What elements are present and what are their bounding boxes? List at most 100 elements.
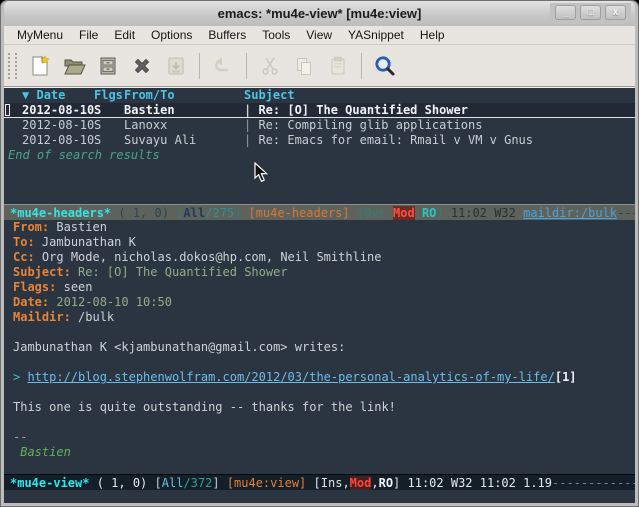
end-of-search-results-text: End of search results (4, 148, 635, 163)
modeline-filter: All (183, 206, 205, 220)
row-subject: | Re: Compiling glib applications (244, 118, 635, 133)
modeline-ovr-flag: Ovr (364, 206, 386, 220)
modeline-readonly-flag: RO (422, 206, 436, 220)
message-row[interactable]: 2012-08-10 S Lanoxx | Re: Compiling glib… (4, 118, 635, 133)
menu-edit[interactable]: Edit (107, 27, 142, 43)
column-header-subject[interactable]: Subject (244, 88, 635, 103)
modeline-message-count: 275 (212, 206, 234, 220)
left-fringe (4, 133, 14, 148)
menu-tools[interactable]: Tools (255, 27, 297, 43)
row-date: 2012-08-10 (14, 118, 94, 133)
mu4e-view-modeline: *mu4e-view* ( 1, 0) [All/372] [mu4e:view… (4, 474, 635, 490)
save-icon[interactable] (161, 51, 191, 81)
column-header-date[interactable]: ▼ Date (14, 88, 94, 103)
field-to: To: Jambunathan K (4, 235, 635, 250)
window-title: emacs: *mu4e-view* [mu4e:view] (218, 6, 422, 21)
editor-area: ▼ Date Flgs From/To Subject 2012-08-10 S… (4, 87, 635, 503)
blank-line (4, 355, 635, 370)
field-cc: Cc: Org Mode, nicholas.dokos@hp.com, Nei… (4, 250, 635, 265)
tool-bar (4, 45, 635, 87)
close-buffer-x-icon[interactable] (127, 51, 157, 81)
maximize-button[interactable]: □ (580, 5, 601, 20)
field-date: Date: 2012-08-10 10:50 (4, 295, 635, 310)
menu-options[interactable]: Options (144, 27, 199, 43)
quote-marker: > (13, 370, 27, 384)
link-reference-number: [1] (555, 370, 577, 384)
column-header-flags[interactable]: Flgs (94, 88, 124, 103)
row-flags: S (94, 133, 124, 148)
cut-scissors-icon[interactable] (255, 51, 285, 81)
modeline-modified-flag: Mod (350, 476, 372, 490)
close-button[interactable]: x (605, 5, 626, 20)
emacs-window: emacs: *mu4e-view* [mu4e:view] _ □ x MyM… (0, 0, 639, 507)
menu-bar: MyMenu File Edit Options Buffers Tools V… (4, 26, 635, 45)
menu-mymenu[interactable]: MyMenu (10, 27, 70, 43)
signature-separator: -- (4, 430, 635, 445)
field-from: From: Bastien (4, 220, 635, 235)
menu-help[interactable]: Help (413, 27, 452, 43)
blank-line (4, 385, 635, 400)
row-subject: | Re: Emacs for email: Rmail v VM v Gnus (244, 133, 635, 148)
headers-column-row: ▼ Date Flgs From/To Subject (4, 88, 635, 103)
field-subject: Subject: Re: [O] The Quantified Shower (4, 265, 635, 280)
message-row-selected[interactable]: 2012-08-10 S Bastien | Re: [O] The Quant… (4, 103, 635, 118)
body-text-line: This one is quite outstanding -- thanks … (4, 400, 635, 415)
toolbar-separator (361, 53, 362, 79)
row-date: 2012-08-10 (14, 103, 94, 117)
row-from: Bastien (124, 103, 244, 117)
menu-buffers[interactable]: Buffers (201, 27, 253, 43)
mu4e-headers-window: ▼ Date Flgs From/To Subject 2012-08-10 S… (4, 88, 635, 220)
search-magnifier-icon[interactable] (370, 51, 400, 81)
maildir-link[interactable]: maildir:/bulk (523, 206, 617, 220)
modeline-buffer-name: *mu4e-headers* (10, 206, 111, 220)
mouse-pointer-icon (254, 162, 268, 183)
modeline-position: ( 1, 0) (89, 476, 154, 490)
body-url-link[interactable]: http://blog.stephenwolfram.com/2012/03/t… (27, 370, 554, 384)
menu-yasnippet[interactable]: YASnippet (341, 27, 411, 43)
left-fringe (4, 103, 14, 117)
column-header-from[interactable]: From/To (124, 88, 244, 103)
message-row[interactable]: 2012-08-10 S Suvayu Ali | Re: Emacs for … (4, 133, 635, 148)
fringe-cursor-icon (5, 104, 10, 116)
signature-text: Bastien (4, 445, 635, 460)
modeline-time-info: 11:02 W32 (451, 206, 523, 220)
modeline-message-count: 372 (191, 476, 213, 490)
mu4e-headers-modeline: *mu4e-headers* ( 1, 0) [All/275] [mu4e-h… (4, 204, 635, 220)
modeline-position: ( 1, 0) (111, 206, 176, 220)
sort-direction-icon: ▼ (22, 88, 29, 102)
mu4e-view-window: From: Bastien To: Jambunathan K Cc: Org … (4, 220, 635, 490)
undo-icon[interactable] (208, 51, 238, 81)
minimize-button[interactable]: _ (555, 5, 576, 20)
directory-cabinet-icon[interactable] (93, 51, 123, 81)
headers-empty-space (4, 163, 635, 204)
row-subject: | Re: [O] The Quantified Shower (244, 103, 635, 117)
field-maildir: Maildir: /bulk (4, 310, 635, 325)
title-bar[interactable]: emacs: *mu4e-view* [mu4e:view] _ □ x (4, 1, 635, 26)
left-fringe (4, 118, 14, 133)
toolbar-separator (199, 53, 200, 79)
modeline-time-info: 11:02 W32 11:02 1.19 (408, 476, 553, 490)
new-file-icon[interactable] (25, 51, 55, 81)
menu-view[interactable]: View (299, 27, 339, 43)
modeline-readonly-flag: RO (379, 476, 393, 490)
modeline-major-mode: [mu4e-headers] (248, 206, 349, 220)
paste-clipboard-icon[interactable] (323, 51, 353, 81)
modeline-buffer-name: *mu4e-view* (10, 476, 89, 490)
modeline-modified-flag: Mod (393, 206, 415, 220)
row-from: Suvayu Ali (124, 133, 244, 148)
menu-file[interactable]: File (72, 27, 105, 43)
modeline-major-mode: [mu4e:view] (227, 476, 306, 490)
copy-icon[interactable] (289, 51, 319, 81)
modeline-ins-flag: Ins (321, 476, 343, 490)
row-flags: S (94, 103, 124, 117)
toolbar-drag-handle[interactable] (8, 53, 17, 79)
modeline-filter: All (162, 476, 184, 490)
toolbar-separator (246, 53, 247, 79)
window-controls: _ □ x (550, 3, 631, 24)
row-flags: S (94, 118, 124, 133)
blank-line (4, 415, 635, 430)
row-from: Lanoxx (124, 118, 244, 133)
blank-line (4, 325, 635, 340)
minibuffer-echo-area[interactable] (4, 490, 635, 503)
open-folder-icon[interactable] (59, 51, 89, 81)
